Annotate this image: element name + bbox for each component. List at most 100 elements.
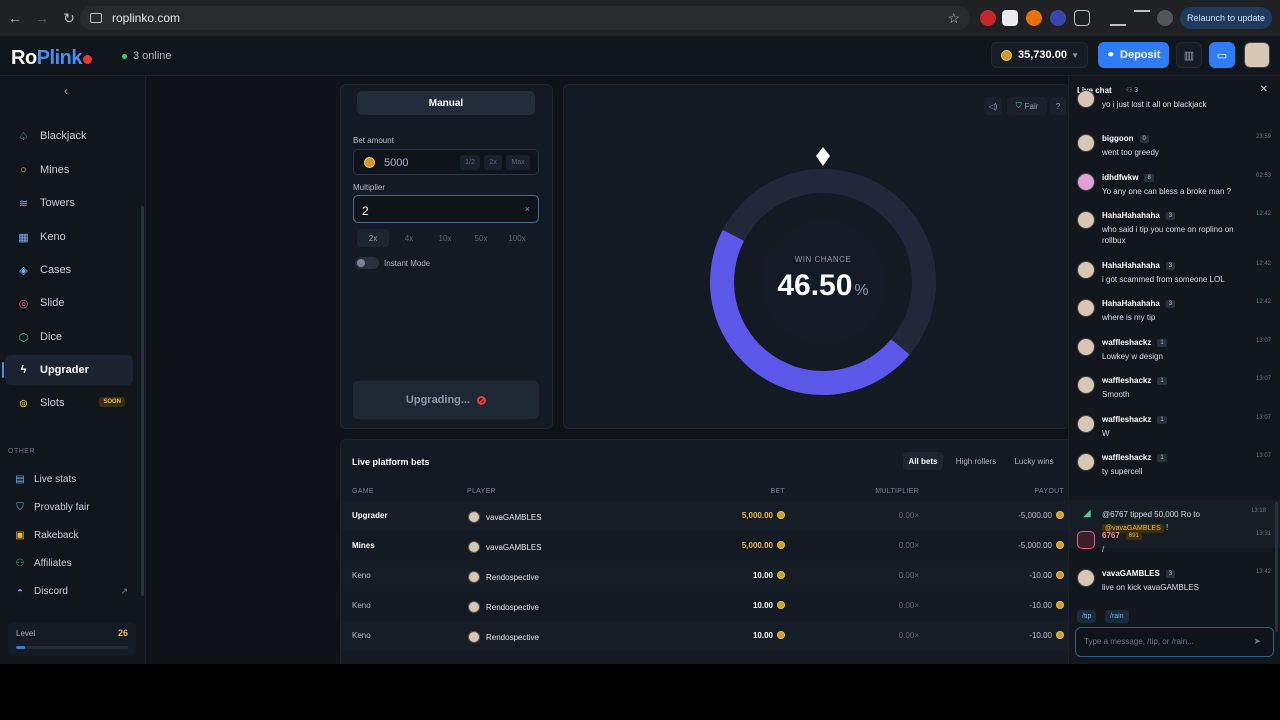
sidebar-item-provably-fair[interactable]: ⛉ Provably fair xyxy=(14,502,128,513)
help-button[interactable]: ? xyxy=(1050,97,1066,115)
table-row[interactable]: Keno Rendospective 10.00 0.00× -10.00 xyxy=(341,621,1068,651)
chat-message-author[interactable]: waffleshackz 1 xyxy=(1102,338,1167,347)
user-avatar-button[interactable] xyxy=(1244,42,1270,68)
avatar[interactable] xyxy=(1077,261,1095,279)
address-bar[interactable]: roplinko.com ☆ xyxy=(80,6,970,30)
avatar[interactable] xyxy=(1077,453,1095,471)
multiplier-chip-100x[interactable]: 100x xyxy=(501,229,533,247)
spade-icon: ♤ xyxy=(18,130,29,143)
avatar[interactable] xyxy=(1077,376,1095,394)
avatar[interactable] xyxy=(1077,134,1095,152)
sidebar-item-slots[interactable]: ⊚ Slots SOON xyxy=(5,388,133,418)
extension-fox-icon[interactable] xyxy=(1026,10,1042,26)
media-icon[interactable] xyxy=(1134,10,1150,26)
avatar[interactable] xyxy=(1077,173,1095,191)
table-row[interactable]: Keno Rendospective 10.00 0.00× -10.00 xyxy=(341,591,1068,621)
chat-message-author[interactable]: waffleshackz 1 xyxy=(1102,453,1167,462)
sidebar-item-discord[interactable]: ◓ Discord ↗ xyxy=(14,586,128,597)
avatar[interactable] xyxy=(1077,90,1095,108)
instant-mode-toggle[interactable] xyxy=(355,257,379,269)
table-row[interactable]: Upgrader vavaGAMBLES 5,000.00 0.00× -5,0… xyxy=(341,501,1068,531)
live-chat-panel: Live chat ⚇ 3 ✕ yo i just lost it all on… xyxy=(1068,76,1280,664)
multiplier-chip-2x[interactable]: 2x xyxy=(357,229,389,247)
chat-message-author[interactable]: HahaHahahaha 3 xyxy=(1102,211,1176,220)
sidebar-item-upgrader[interactable]: ϟ Upgrader xyxy=(2,355,133,385)
row-bet: 5,000.00 xyxy=(721,511,785,520)
downloads-icon[interactable] xyxy=(1110,10,1126,26)
bet-amount-field[interactable]: 5000 1/2 2x Max xyxy=(353,149,539,175)
chat-message-author[interactable]: biggoon 0 xyxy=(1102,134,1149,143)
sidebar-item-rakeback[interactable]: ▣ Rakeback xyxy=(14,530,128,541)
chat-message-author[interactable]: waffleshackz 1 xyxy=(1102,376,1167,385)
sidebar-item-keno[interactable]: ▦ Keno xyxy=(5,222,133,252)
sidebar-item-dice[interactable]: ⬡ Dice xyxy=(5,322,133,352)
extension-red-icon[interactable] xyxy=(980,10,996,26)
balance-dropdown[interactable]: 35,730.00 ▼ xyxy=(991,42,1088,68)
multiplier-chip-50x[interactable]: 50x xyxy=(465,229,497,247)
chat-message-author[interactable]: HahaHahahaha 3 xyxy=(1102,299,1176,308)
sound-toggle-icon[interactable]: ◁) xyxy=(984,97,1002,115)
sidebar-item-blackjack[interactable]: ♤ Blackjack xyxy=(5,121,133,151)
avatar[interactable] xyxy=(1077,338,1095,356)
bookmark-star-icon[interactable]: ☆ xyxy=(947,10,960,27)
collapse-sidebar-icon[interactable]: ‹ xyxy=(64,84,68,98)
logo-ball-icon xyxy=(82,55,92,64)
relaunch-button[interactable]: Relaunch to update xyxy=(1180,7,1272,29)
half-bet-button[interactable]: 1/2 xyxy=(460,155,480,170)
clear-icon[interactable]: × xyxy=(525,204,530,214)
multiplier-chip-10x[interactable]: 10x xyxy=(429,229,461,247)
chat-message-author[interactable]: 6767 691 xyxy=(1102,531,1142,540)
sidebar-item-cases[interactable]: ◈ Cases xyxy=(5,255,133,285)
sidebar-item-affiliates[interactable]: ⚇ Affiliates xyxy=(14,558,128,569)
send-icon[interactable]: ➤ xyxy=(1253,636,1261,647)
extension-blue-icon[interactable] xyxy=(1050,10,1066,26)
table-row[interactable]: Keno Rendospective 10.00 0.00× -10.00 xyxy=(341,561,1068,591)
avatar[interactable] xyxy=(1077,569,1095,587)
rain-command-chip[interactable]: /rain xyxy=(1105,610,1129,623)
fair-button[interactable]: ⛉ Fair xyxy=(1007,97,1047,115)
extensions-puzzle-icon[interactable] xyxy=(1074,10,1090,26)
profile-avatar-icon[interactable] xyxy=(1157,10,1173,26)
sidebar-item-label: Dice xyxy=(40,331,63,343)
tab-high-rollers[interactable]: High rollers xyxy=(949,452,1003,470)
sidebar-item-live-stats[interactable]: ▤ Live stats xyxy=(14,474,128,485)
multiplier-chip-4x[interactable]: 4x xyxy=(393,229,425,247)
chat-toggle-button[interactable]: ▭ xyxy=(1209,42,1235,68)
stats-button[interactable]: ▥ xyxy=(1176,42,1202,68)
chat-message-text: i got scammed from someone LOL xyxy=(1102,275,1225,284)
tip-command-chip[interactable]: /tip xyxy=(1077,610,1097,623)
sidebar-scrollbar[interactable] xyxy=(141,206,144,596)
multiplier-input[interactable]: 2 × xyxy=(353,195,539,223)
chat-message-author[interactable]: idhdfwkw 8 xyxy=(1102,173,1154,182)
max-bet-button[interactable]: Max xyxy=(506,155,530,170)
chat-message-author[interactable]: HahaHahahaha 3 xyxy=(1102,261,1176,270)
avatar[interactable] xyxy=(1077,299,1095,317)
site-logo[interactable]: RoPlink xyxy=(11,47,92,70)
tab-all-bets[interactable]: All bets xyxy=(903,452,943,470)
double-bet-button[interactable]: 2x xyxy=(484,155,502,170)
chat-scrollbar[interactable] xyxy=(1275,502,1278,632)
sidebar-item-mines[interactable]: ○ Mines xyxy=(5,155,133,185)
avatar[interactable] xyxy=(1077,211,1095,229)
table-row[interactable]: Mines vavaGAMBLES 5,000.00 0.00× -5,000.… xyxy=(341,531,1068,561)
extension-dark-icon[interactable] xyxy=(1002,10,1018,26)
site-info-icon[interactable] xyxy=(90,13,102,23)
avatar[interactable] xyxy=(1077,531,1095,549)
other-heading: OTHER xyxy=(8,448,35,455)
chat-input[interactable]: Type a message, /tip, or /rain... ➤ xyxy=(1075,627,1274,657)
chat-message-text: W xyxy=(1102,429,1110,438)
level-card[interactable]: Level 26 xyxy=(8,622,136,656)
forward-icon[interactable]: → xyxy=(30,6,54,30)
tab-lucky-wins[interactable]: Lucky wins xyxy=(1009,452,1059,470)
upgrade-button[interactable]: Upgrading... xyxy=(353,381,539,419)
avatar[interactable] xyxy=(1077,415,1095,433)
back-icon[interactable]: ← xyxy=(3,6,27,30)
sidebar-item-slide[interactable]: ◎ Slide xyxy=(5,288,133,318)
reload-icon[interactable]: ↻ xyxy=(57,6,81,30)
chat-message-author[interactable]: vavaGAMBLES 3 xyxy=(1102,569,1176,578)
deposit-button[interactable]: ⚭ Deposit xyxy=(1098,42,1169,68)
close-icon[interactable]: ✕ xyxy=(1260,84,1268,95)
sidebar-item-towers[interactable]: ≋ Towers xyxy=(5,188,133,218)
chat-message-author[interactable]: waffleshackz 1 xyxy=(1102,415,1167,424)
tab-manual[interactable]: Manual xyxy=(357,91,535,115)
